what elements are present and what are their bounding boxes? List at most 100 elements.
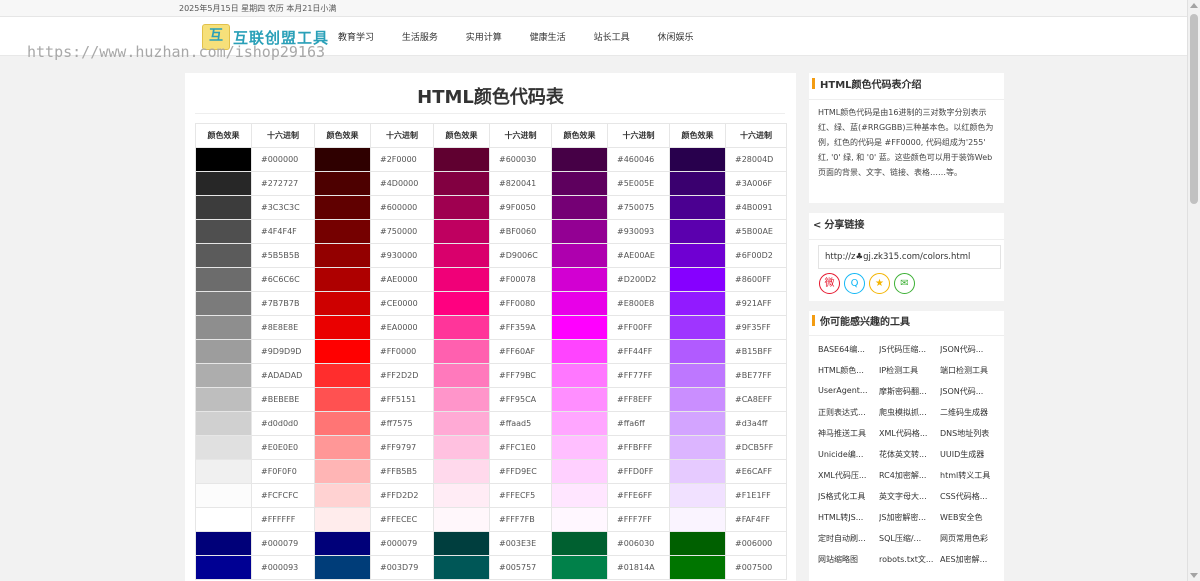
hex-code: #921AFF <box>725 291 787 316</box>
nav-item-calculators[interactable]: 实用计算 <box>466 30 502 43</box>
tool-link[interactable]: JS代码压缩... <box>879 344 940 365</box>
wechat-icon[interactable]: ✉ <box>894 273 915 294</box>
color-swatch <box>433 195 490 220</box>
table-row: #BEBEBE #FF5151 #FF95CA #FF8EFF #CA8EFF <box>195 387 787 412</box>
hex-code: #E800E8 <box>607 291 670 316</box>
color-swatch <box>314 315 371 340</box>
tool-link[interactable]: HTML转JS... <box>818 512 879 533</box>
tool-link[interactable]: CSS代码格... <box>940 491 1001 512</box>
tool-link[interactable]: html转义工具 <box>940 470 1001 491</box>
hex-code: #CE0000 <box>370 291 434 316</box>
hex-code: #F0F0F0 <box>251 459 315 484</box>
tool-link[interactable]: JSON代码... <box>940 386 1001 407</box>
tool-link[interactable]: HTML颜色... <box>818 365 879 386</box>
hex-code: #D200D2 <box>607 267 670 292</box>
color-swatch <box>433 435 490 460</box>
color-swatch <box>195 435 252 460</box>
tool-link[interactable]: XML代码压... <box>818 470 879 491</box>
color-swatch <box>195 315 252 340</box>
qq-icon[interactable]: Q <box>844 273 865 294</box>
page-scrollbar[interactable] <box>1187 0 1200 581</box>
hex-code: #BF0060 <box>489 219 552 244</box>
hex-code: #AE00AE <box>607 243 670 268</box>
tool-link[interactable]: WEB安全色 <box>940 512 1001 533</box>
share-url-field[interactable]: http://z♣gj.zk315.com/colors.html <box>818 245 1001 269</box>
table-row: #8E8E8E #EA0000 #FF359A #FF00FF #9F35FF <box>195 315 787 340</box>
nav-item-webmaster-tools[interactable]: 站长工具 <box>594 30 630 43</box>
color-swatch <box>669 363 726 388</box>
hex-code: #6F00D2 <box>725 243 787 268</box>
hex-code: #000000 <box>251 147 315 172</box>
hex-code: #F00078 <box>489 267 552 292</box>
tool-link[interactable]: JSON代码... <box>940 344 1001 365</box>
tool-link[interactable]: 网页常用色彩 <box>940 533 1001 554</box>
hex-code: #9F0050 <box>489 195 552 220</box>
nav-item-entertainment[interactable]: 休闲娱乐 <box>657 30 693 43</box>
nav-item-health[interactable]: 健康生活 <box>530 30 566 43</box>
weibo-icon[interactable]: 微 <box>819 273 840 294</box>
hex-code: #B15BFF <box>725 339 787 364</box>
color-swatch <box>195 291 252 316</box>
color-swatch <box>551 243 608 268</box>
share-buttons: 微 Q ★ ✉ <box>819 273 919 294</box>
hex-code: #3A006F <box>725 171 787 196</box>
color-swatch <box>195 555 252 580</box>
tool-link[interactable]: BASE64编... <box>818 344 879 365</box>
tool-link[interactable]: RC4加密解... <box>879 470 940 491</box>
tool-link[interactable]: Unicide编... <box>818 449 879 470</box>
tool-link[interactable]: 网站缩略图 <box>818 554 879 575</box>
hex-code: #FFD2D2 <box>370 483 434 508</box>
tool-link[interactable]: 正则表达式... <box>818 407 879 428</box>
hex-code: #FF9797 <box>370 435 434 460</box>
color-swatch <box>551 459 608 484</box>
color-swatch <box>195 459 252 484</box>
hex-code: #FF44FF <box>607 339 670 364</box>
tool-link[interactable]: AES加密解... <box>940 554 1001 575</box>
tool-link[interactable]: 定时自动刷... <box>818 533 879 554</box>
color-swatch <box>551 387 608 412</box>
color-swatch <box>433 171 490 196</box>
color-swatch <box>551 339 608 364</box>
tool-link[interactable]: UserAgent... <box>818 386 879 407</box>
color-swatch <box>551 531 608 556</box>
color-swatch <box>433 531 490 556</box>
tool-link[interactable]: 神马推送工具 <box>818 428 879 449</box>
hex-code: #3C3C3C <box>251 195 315 220</box>
tool-link[interactable]: JS加密解密... <box>879 512 940 533</box>
color-swatch <box>433 507 490 532</box>
tool-link[interactable]: 花体英文转... <box>879 449 940 470</box>
tool-link[interactable]: JS格式化工具 <box>818 491 879 512</box>
nav-item-life-services[interactable]: 生活服务 <box>402 30 438 43</box>
tool-link[interactable]: 爬虫模拟抓... <box>879 407 940 428</box>
tool-link[interactable]: SQL压缩/... <box>879 533 940 554</box>
tool-link[interactable]: DNS地址列表 <box>940 428 1001 449</box>
column-header: 十六进制 <box>370 123 434 148</box>
qzone-icon[interactable]: ★ <box>869 273 890 294</box>
color-swatch <box>314 411 371 436</box>
tool-link[interactable]: 二维码生成器 <box>940 407 1001 428</box>
hex-code: #FFC1E0 <box>489 435 552 460</box>
color-swatch <box>669 411 726 436</box>
color-swatch <box>195 507 252 532</box>
nav-item-education[interactable]: 教育学习 <box>338 30 374 43</box>
scroll-thumb[interactable] <box>1190 14 1198 204</box>
hex-code: #820041 <box>489 171 552 196</box>
tool-link[interactable]: 端口检测工具 <box>940 365 1001 386</box>
tool-link[interactable]: IP检测工具 <box>879 365 940 386</box>
hex-code: #AE0000 <box>370 267 434 292</box>
table-row: #000093 #003D79 #005757 #01814A #007500 <box>195 555 787 580</box>
hex-code: #6C6C6C <box>251 267 315 292</box>
intro-title-text: HTML颜色代码表介绍 <box>820 80 922 91</box>
hex-code: #FFECF5 <box>489 483 552 508</box>
scroll-down-arrow-icon[interactable] <box>1190 573 1198 578</box>
tool-link[interactable]: 摩斯密码翻... <box>879 386 940 407</box>
color-swatch <box>314 363 371 388</box>
tool-link[interactable]: robots.txt文... <box>879 554 940 575</box>
hex-code: #d3a4ff <box>725 411 787 436</box>
tool-link[interactable]: XML代码格... <box>879 428 940 449</box>
tools-title: 你可能感兴趣的工具 <box>809 311 1004 336</box>
tool-link[interactable]: UUID生成器 <box>940 449 1001 470</box>
color-swatch <box>551 411 608 436</box>
scroll-up-arrow-icon[interactable] <box>1190 3 1198 8</box>
tool-link[interactable]: 英文字母大... <box>879 491 940 512</box>
